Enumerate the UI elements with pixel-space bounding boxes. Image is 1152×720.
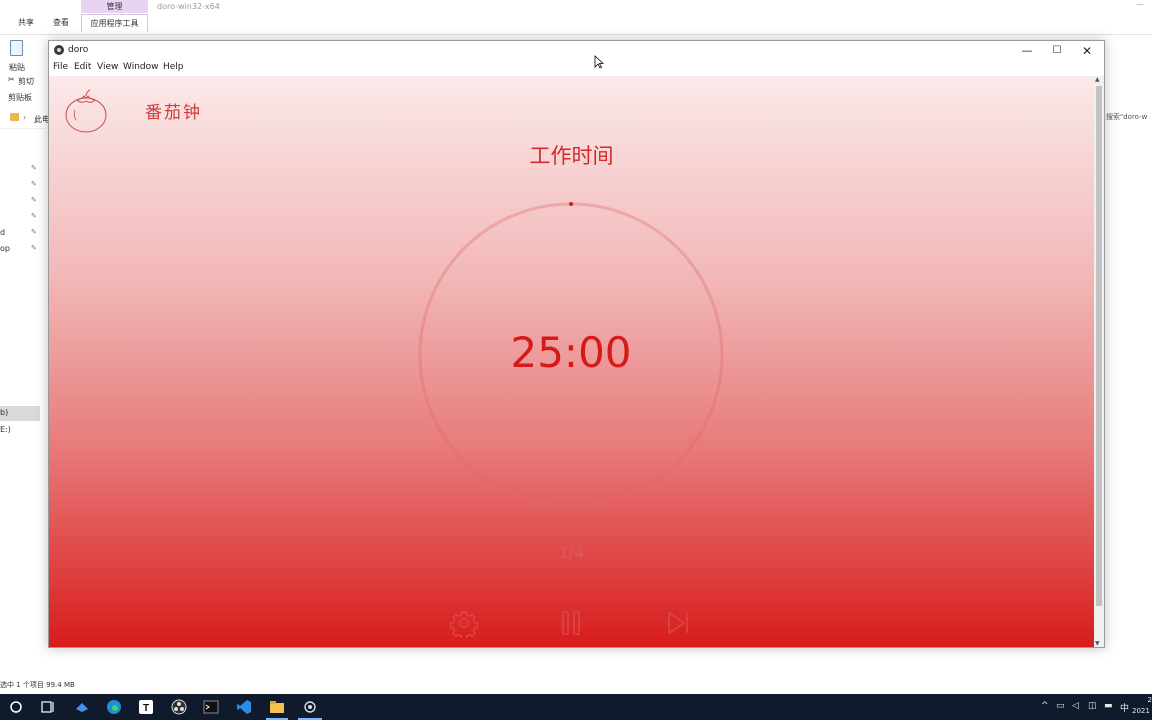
pomodoro-content: 番茄钟 工作时间 25:00 1/4 [49,76,1094,647]
pin-icon: ✎ [31,196,37,204]
window-title: doro [68,45,89,55]
brand-name: 番茄钟 [145,103,202,123]
ribbon-tab-share[interactable]: 共享 [18,14,34,32]
mode-title: 工作时间 [529,144,614,168]
explorer-minimize-icon[interactable]: — [1136,0,1144,9]
clock-line-1: 2 [1147,696,1152,704]
explorer-title: doro-win32-x64 [157,2,220,11]
battery-icon[interactable]: ▬ [1104,701,1113,711]
round-counter: 1/4 [558,543,585,562]
clipboard-group-label: 剪贴板 [8,93,32,102]
clock[interactable]: 2 2021 [1132,695,1152,717]
pin-icon: ✎ [31,164,37,172]
maximize-icon[interactable]: ☐ [1042,41,1072,61]
pin-icon: ✎ [31,228,37,236]
wifi-icon[interactable]: ◫ [1088,701,1097,711]
cut-label[interactable]: 剪切 [18,76,34,87]
scrollbar-thumb[interactable] [1096,86,1102,606]
volume-icon[interactable]: ◁ [1072,701,1079,711]
svg-text:T: T [143,703,149,714]
pin-icon: ✎ [31,244,37,252]
clock-line-2: 2021 [1132,707,1150,715]
close-icon[interactable]: ✕ [1072,41,1102,61]
sound-icon[interactable] [74,699,90,715]
menu-help[interactable]: Help [163,62,184,72]
scroll-down-icon[interactable]: ▼ [1095,640,1100,647]
doro-icon[interactable] [302,699,318,715]
app-icon [54,45,64,55]
taskbar: T ^ ▭ ◁ ◫ ▬ 中 2 2021 [0,694,1152,720]
scrollbar[interactable]: ▲ ▼ [1094,76,1104,647]
menu-edit[interactable]: Edit [74,62,91,72]
timer-display: 25:00 [510,328,632,377]
paste-icon[interactable] [10,40,23,56]
network-icon[interactable]: ▭ [1056,701,1065,711]
context-group-app-tools[interactable]: 应用程序工具 [81,14,148,32]
start-icon[interactable] [8,699,24,715]
chevron-right-icon: › [23,113,27,122]
pause-icon[interactable] [556,608,586,638]
doro-app-window: doro — ☐ ✕ File Edit View Window Help 番茄… [48,40,1105,648]
nav-item-drive[interactable]: E:) [0,425,11,434]
progress-dot [569,202,573,206]
ime-indicator[interactable]: 中 [1120,701,1129,714]
scroll-up-icon[interactable]: ▲ [1095,76,1100,83]
typora-icon[interactable]: T [138,699,154,715]
terminal-icon[interactable] [203,699,219,715]
folder-icon [10,113,19,121]
menu-view[interactable]: View [97,62,118,72]
title-bar[interactable]: doro — ☐ ✕ [49,41,1104,61]
edge-icon[interactable] [106,699,122,715]
mouse-cursor-icon [594,55,604,69]
paste-label: 粘贴 [9,63,25,72]
file-explorer-icon[interactable] [269,699,285,715]
pin-icon: ✎ [31,212,37,220]
cut-icon[interactable]: ✂ [8,75,15,84]
vscode-icon[interactable] [236,699,252,715]
minimize-icon[interactable]: — [1012,41,1042,61]
chevron-up-icon[interactable]: ^ [1041,701,1049,711]
menu-file[interactable]: File [53,62,68,72]
obs-icon[interactable] [171,699,187,715]
nav-item[interactable]: d [0,228,5,237]
search-box[interactable]: 搜索"doro-w [1106,112,1147,122]
pin-icon: ✎ [31,180,37,188]
context-tab-manage[interactable]: 管理 [81,0,148,13]
nav-item[interactable]: op [0,244,10,253]
skip-forward-icon[interactable] [663,608,693,638]
task-view-icon[interactable] [40,699,56,715]
gear-icon[interactable] [449,608,479,638]
tomato-logo-icon [65,89,107,133]
nav-item-drive[interactable]: b) [0,408,8,417]
menu-bar: File Edit View Window Help [49,61,1104,75]
explorer-status-text: 选中 1 个项目 99.4 MB [0,681,75,689]
ribbon-tab-view[interactable]: 查看 [53,14,69,32]
menu-window[interactable]: Window [123,62,159,72]
